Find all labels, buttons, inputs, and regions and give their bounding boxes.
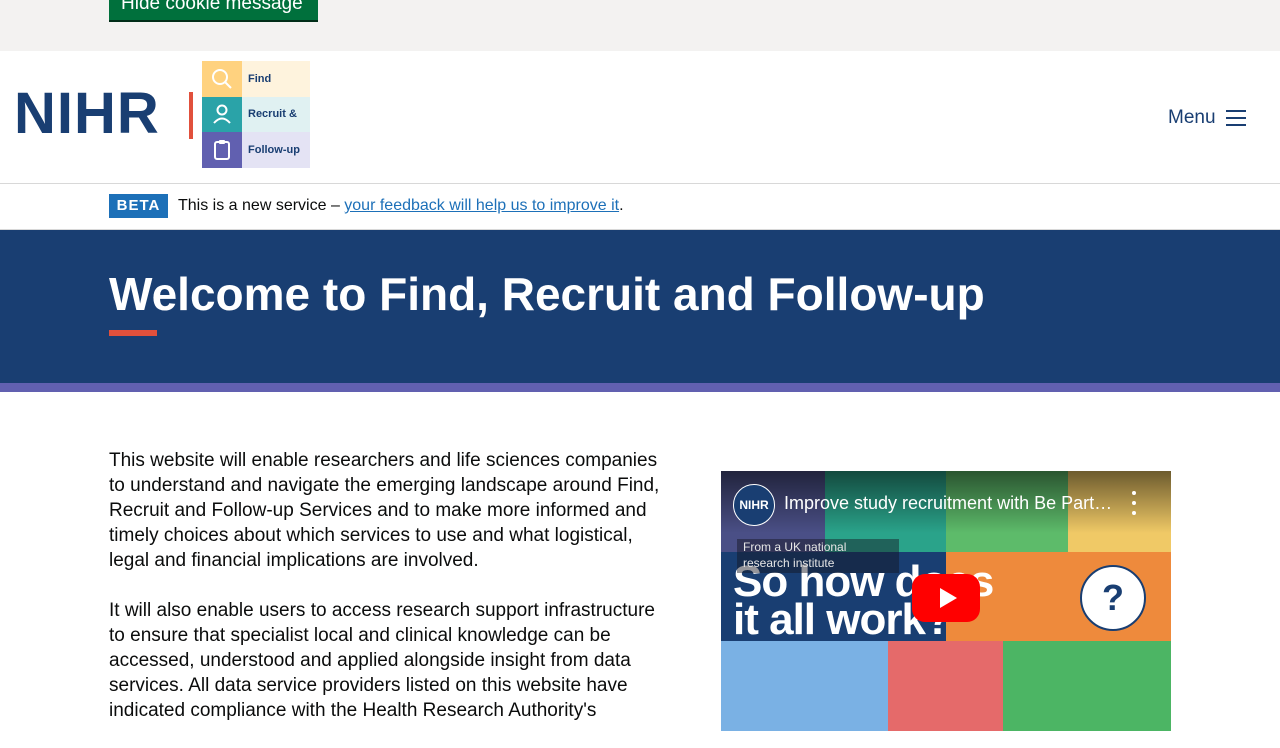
feedback-link[interactable]: your feedback will help us to improve it bbox=[344, 197, 619, 214]
cookie-banner: Hide cookie message bbox=[0, 0, 1280, 51]
menu-button[interactable]: Menu bbox=[1168, 103, 1246, 133]
beta-text-before: This is a new service – bbox=[178, 197, 345, 214]
search-icon bbox=[202, 61, 242, 97]
phase-banner: BETA This is a new service – your feedba… bbox=[0, 184, 1280, 230]
video-tile bbox=[1003, 641, 1171, 731]
beta-text-after: . bbox=[619, 197, 624, 214]
hamburger-icon bbox=[1225, 110, 1246, 126]
play-icon bbox=[939, 588, 957, 608]
logo-label-find: Find bbox=[248, 72, 272, 85]
person-icon bbox=[202, 96, 242, 133]
video-info-panel[interactable]: From a UK national research institute bbox=[737, 539, 899, 573]
video-tile bbox=[721, 641, 888, 731]
page-title: Welcome to Find, Recruit and Follow-up bbox=[109, 268, 985, 320]
logo-row-recruit: Recruit & bbox=[202, 96, 310, 133]
intro-content: This website will enable researchers and… bbox=[109, 448, 669, 748]
intro-paragraph: This website will enable researchers and… bbox=[109, 450, 660, 571]
hero-banner: Welcome to Find, Recruit and Follow-up bbox=[0, 230, 1280, 383]
service-logo[interactable]: Find Recruit & Follow-up bbox=[202, 61, 310, 168]
video-title[interactable]: Improve study recruitment with Be Part o… bbox=[784, 493, 1114, 514]
logo-row-follow-up: Follow-up bbox=[202, 132, 310, 168]
intro-paragraph: It will also enable users to access rese… bbox=[109, 600, 655, 721]
question-mark-bubble: ? bbox=[1080, 565, 1146, 631]
logo-label-follow-up: Follow-up bbox=[248, 143, 300, 156]
clipboard-icon bbox=[202, 132, 242, 168]
menu-label: Menu bbox=[1168, 107, 1216, 128]
beta-tag: BETA bbox=[109, 194, 168, 218]
hide-cookie-button[interactable]: Hide cookie message bbox=[109, 0, 318, 20]
channel-avatar[interactable]: NIHR bbox=[733, 484, 775, 526]
title-underline bbox=[109, 330, 157, 336]
site-header: NIHR Find Recruit & Follow-up Menu bbox=[0, 51, 1280, 184]
video-tile bbox=[888, 641, 1003, 731]
logo-divider bbox=[189, 92, 193, 139]
logo-row-find: Find bbox=[202, 61, 310, 97]
beta-message: This is a new service – your feedback wi… bbox=[178, 197, 624, 215]
more-options-icon[interactable] bbox=[1131, 491, 1137, 515]
video-embed[interactable]: So how does it all work? ? NIHR Improve … bbox=[721, 471, 1171, 731]
nihr-logo[interactable]: NIHR bbox=[14, 85, 160, 143]
play-button[interactable] bbox=[912, 574, 980, 622]
hero-stripe bbox=[0, 383, 1280, 392]
logo-label-recruit: Recruit & bbox=[248, 108, 297, 121]
